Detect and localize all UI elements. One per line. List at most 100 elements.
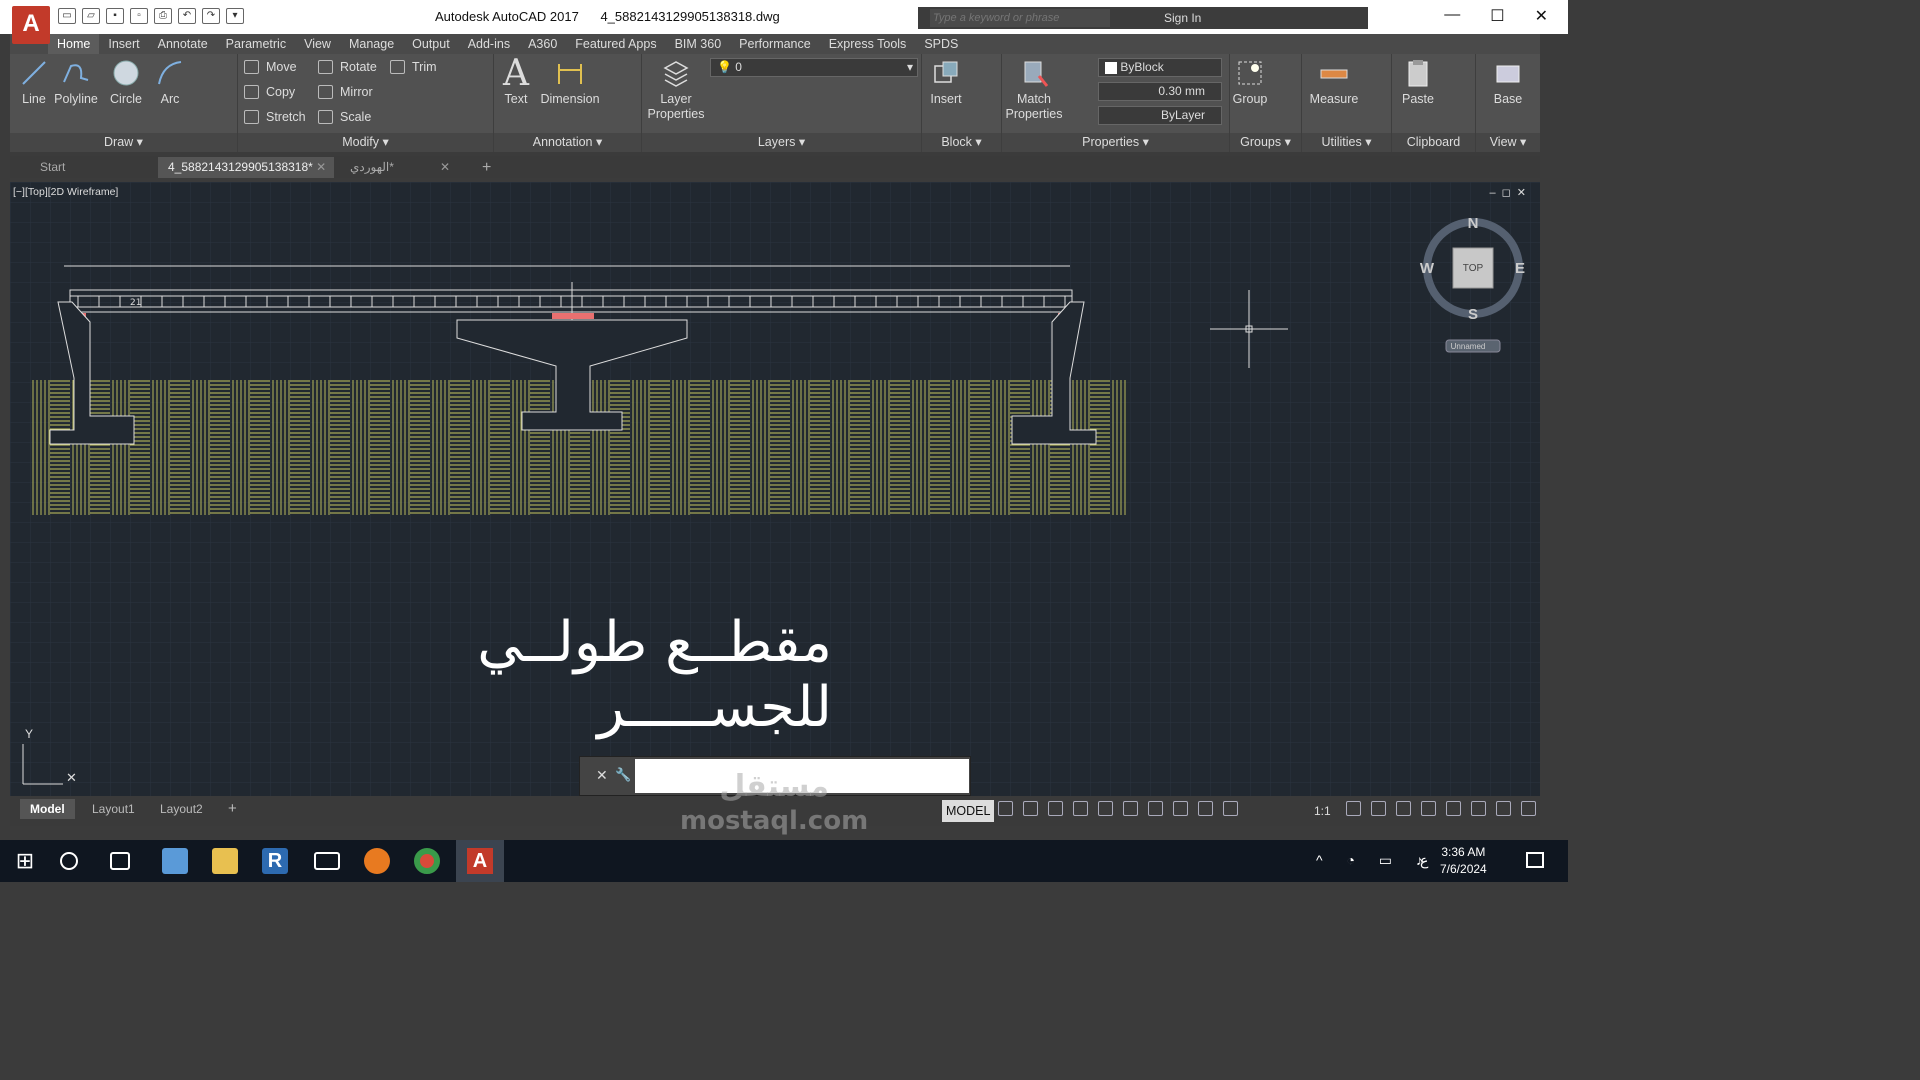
measure-button[interactable]: Measure <box>1306 58 1362 106</box>
line-button[interactable]: Line <box>16 58 52 106</box>
group-button[interactable]: Group <box>1232 58 1268 106</box>
mirror-button[interactable]: Mirror <box>318 82 373 102</box>
tab-add-ins[interactable]: Add-ins <box>459 34 519 54</box>
model-space-button[interactable]: MODEL <box>942 800 995 822</box>
revit-icon[interactable]: R <box>262 848 288 874</box>
tab-parametric[interactable]: Parametric <box>217 34 295 54</box>
tab-express-tools[interactable]: Express Tools <box>820 34 916 54</box>
close-tab-icon[interactable]: ✕ <box>440 157 450 178</box>
search-input[interactable] <box>930 9 1110 27</box>
qat-menu-icon[interactable]: ▾ <box>226 8 244 24</box>
paste-button[interactable]: Paste <box>1398 58 1438 106</box>
close-command-line-icon[interactable]: ✕ <box>596 767 608 784</box>
close-icon[interactable]: ✕ <box>1535 6 1548 26</box>
stretch-button[interactable]: Stretch <box>244 107 306 127</box>
open-file-icon[interactable]: ▱ <box>82 8 100 24</box>
print-icon[interactable]: ⎙ <box>154 8 172 24</box>
base-button[interactable]: Base <box>1490 58 1526 106</box>
tab-start[interactable]: Start <box>30 157 150 178</box>
annotation-scale[interactable]: 1:1 <box>1314 804 1331 818</box>
polyline-button[interactable]: Polyline <box>52 58 100 106</box>
task-view-icon[interactable] <box>110 852 130 870</box>
tab-featured-apps[interactable]: Featured Apps <box>566 34 665 54</box>
layers-panel-title[interactable]: Layers ▾ <box>642 133 921 152</box>
block-panel-title[interactable]: Block ▾ <box>922 133 1001 152</box>
workspace-gear-icon[interactable] <box>1346 801 1361 816</box>
new-tab-button[interactable]: + <box>472 157 496 178</box>
tab-a360[interactable]: A360 <box>519 34 566 54</box>
selection-cycling-icon[interactable] <box>1148 801 1163 816</box>
linetype-dropdown[interactable]: ByLayer <box>1098 106 1222 125</box>
clean-screen-icon[interactable] <box>1496 801 1511 816</box>
save-icon[interactable]: ▪ <box>106 8 124 24</box>
annotation-panel-title[interactable]: Annotation ▾ <box>494 133 641 152</box>
osnap-toggle-icon[interactable] <box>1098 801 1113 816</box>
firefox-icon[interactable] <box>364 848 390 874</box>
move-button[interactable]: Move <box>244 57 297 77</box>
customize-wrench-icon[interactable]: 🔧 <box>615 767 631 783</box>
utilities-panel-title[interactable]: Utilities ▾ <box>1302 133 1391 152</box>
properties-panel-title[interactable]: Properties ▾ <box>1002 133 1229 152</box>
color-dropdown[interactable]: ByBlock <box>1098 58 1222 77</box>
minimize-icon[interactable]: — <box>1444 6 1460 26</box>
search-icon[interactable] <box>60 852 78 870</box>
view-panel-title[interactable]: View ▾ <box>1476 133 1540 152</box>
system-clock[interactable]: 3:36 AM 7/6/2024 <box>1440 844 1487 878</box>
isolate-objects-icon[interactable] <box>1471 801 1486 816</box>
tab-output[interactable]: Output <box>403 34 459 54</box>
tab-other-drawing[interactable]: الهوردي* ✕ <box>340 157 458 178</box>
lineweight-dropdown[interactable]: 0.30 mm <box>1098 82 1222 101</box>
file-explorer-icon[interactable] <box>212 848 238 874</box>
circle-button[interactable]: Circle <box>106 58 146 106</box>
maximize-icon[interactable]: ☐ <box>1490 6 1504 26</box>
customization-menu-icon[interactable] <box>1521 801 1536 816</box>
tab-model[interactable]: Model <box>20 799 75 819</box>
tab-view[interactable]: View <box>295 34 340 54</box>
new-file-icon[interactable]: ▭ <box>58 8 76 24</box>
tab-performance[interactable]: Performance <box>730 34 820 54</box>
tab-layout2[interactable]: Layout2 <box>150 799 213 819</box>
draw-panel-title[interactable]: Draw ▾ <box>10 133 237 152</box>
rotate-button[interactable]: Rotate <box>318 57 377 77</box>
input-language[interactable]: ع <box>1420 852 1428 869</box>
arc-button[interactable]: Arc <box>152 58 188 106</box>
copy-button[interactable]: Copy <box>244 82 295 102</box>
grid-toggle-icon[interactable] <box>998 801 1013 816</box>
system-tray-icons[interactable]: ^ ◔ ▭ ♪ <box>1316 852 1433 869</box>
quick-properties-icon[interactable] <box>1421 801 1436 816</box>
match-properties-button[interactable]: Match Properties <box>1004 58 1064 122</box>
modify-panel-title[interactable]: Modify ▾ <box>238 133 493 152</box>
tab-annotate[interactable]: Annotate <box>149 34 217 54</box>
windows-start-icon[interactable]: ⊞ <box>12 848 38 874</box>
sign-in-button[interactable]: Sign In <box>1164 11 1201 25</box>
insert-button[interactable]: Insert <box>928 58 964 106</box>
chrome-icon[interactable] <box>414 848 440 874</box>
viewport-window-controls[interactable]: –◻✕ <box>1490 186 1532 199</box>
mail-icon[interactable] <box>314 852 340 870</box>
undo-icon[interactable]: ↶ <box>178 8 196 24</box>
scale-button[interactable]: Scale <box>318 107 371 127</box>
viewport-controls-label[interactable]: [−][Top][2D Wireframe] <box>13 186 118 198</box>
dimension-button[interactable]: Dimension <box>538 58 602 106</box>
text-button[interactable]: A Text <box>500 56 532 107</box>
units-icon[interactable] <box>1396 801 1411 816</box>
auto-scale-icon[interactable] <box>1198 801 1213 816</box>
notifications-icon[interactable] <box>1526 852 1544 868</box>
tab-insert[interactable]: Insert <box>99 34 148 54</box>
tab-home[interactable]: Home <box>48 34 100 54</box>
tab-spds[interactable]: SPDS <box>915 34 967 54</box>
clipboard-panel-title[interactable]: Clipboard <box>1392 133 1475 152</box>
hardware-acceleration-icon[interactable] <box>1446 801 1461 816</box>
store-icon[interactable] <box>162 848 188 874</box>
layer-properties-button[interactable]: Layer Properties <box>646 58 706 122</box>
close-tab-icon[interactable]: ✕ <box>316 160 326 174</box>
groups-panel-title[interactable]: Groups ▾ <box>1230 133 1301 152</box>
save-as-icon[interactable]: ▫ <box>130 8 148 24</box>
ortho-toggle-icon[interactable] <box>1048 801 1063 816</box>
tab-layout1[interactable]: Layout1 <box>82 799 145 819</box>
add-layout-button[interactable]: + <box>218 799 247 819</box>
tab-bim-360[interactable]: BIM 360 <box>666 34 731 54</box>
trim-button[interactable]: Trim <box>390 57 437 77</box>
polar-toggle-icon[interactable] <box>1073 801 1088 816</box>
tab-active-drawing[interactable]: 4_5882143129905138318* ✕ <box>158 157 334 178</box>
